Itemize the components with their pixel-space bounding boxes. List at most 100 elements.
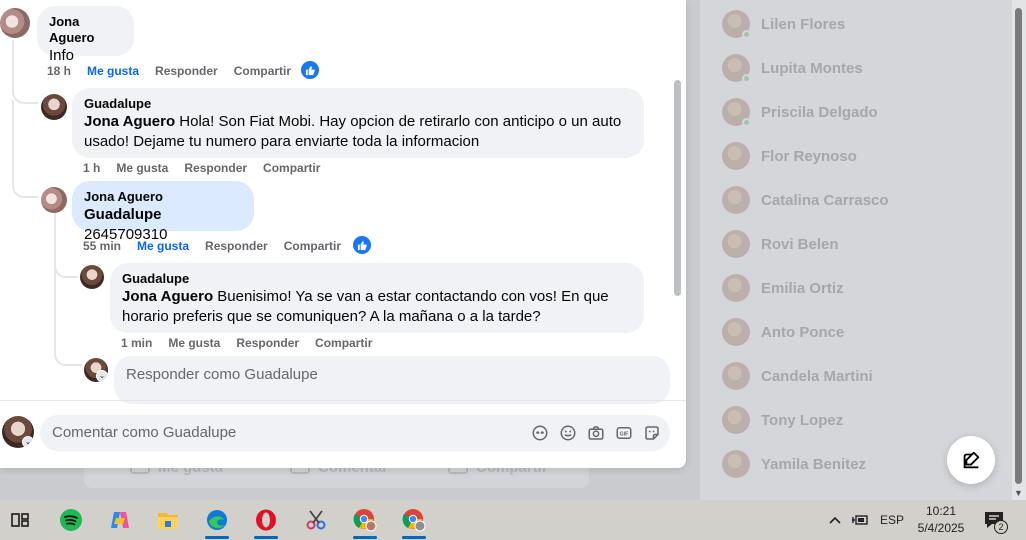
like-button[interactable]: Me gusta (168, 336, 220, 350)
chevron-down-icon[interactable]: ⌄ (96, 370, 108, 382)
page-scrollbar-thumb[interactable] (1015, 8, 1022, 484)
contact-item[interactable]: Catalina Carrasco (722, 178, 889, 222)
share-button[interactable]: Compartir (315, 336, 372, 350)
svg-text:GIF: GIF (620, 432, 630, 438)
avatar[interactable] (41, 94, 67, 120)
notifications-button[interactable]: 2 (984, 500, 1008, 540)
contact-item[interactable]: Candela Martini (722, 354, 873, 398)
chevron-up-icon (829, 516, 841, 524)
contact-name: Lilen Flores (761, 15, 846, 33)
comment-actions: 18 h Me gusta Responder Compartir (47, 64, 307, 78)
contact-item[interactable]: Rovi Belen (722, 222, 839, 266)
gif-icon[interactable]: GIF (614, 423, 634, 443)
comment-actions: 55 min Me gusta Responder Compartir (83, 239, 357, 253)
page-scrollbar[interactable]: ▼ (1012, 0, 1026, 500)
mention-link[interactable]: Jona Aguero (84, 113, 175, 130)
like-reaction-icon[interactable] (353, 236, 371, 254)
contact-avatar (722, 318, 750, 346)
contact-avatar (722, 54, 751, 83)
like-reaction-icon[interactable] (301, 61, 319, 79)
avatar[interactable] (0, 8, 30, 38)
taskbar: ESP 10:21 5/4/2025 2 (0, 500, 1026, 540)
sticker-icon[interactable] (642, 423, 662, 443)
contact-avatar (722, 450, 750, 478)
online-indicator (742, 30, 751, 39)
opera-app[interactable] (246, 500, 286, 540)
battery-icon (852, 515, 868, 525)
contact-name: Candela Martini (761, 367, 873, 385)
contact-item[interactable]: Tony Lopez (722, 398, 843, 442)
snipping-tool-app[interactable] (296, 500, 336, 540)
like-button[interactable]: Me gusta (87, 64, 139, 78)
contact-name: Flor Reynoso (761, 147, 857, 165)
edge-icon (207, 510, 227, 530)
comment-time[interactable]: 1 h (83, 161, 100, 175)
online-indicator (742, 118, 751, 127)
avatar[interactable] (80, 265, 104, 289)
mention-link[interactable]: Guadalupe (84, 206, 162, 223)
copilot-app[interactable] (100, 500, 140, 540)
new-message-button[interactable] (947, 436, 995, 484)
chrome-icon (353, 509, 377, 532)
comment-author[interactable]: Guadalupe (122, 271, 632, 287)
comment-author[interactable]: Jona Aguero (84, 189, 242, 205)
reply-input[interactable]: Responder como Guadalupe (114, 356, 670, 404)
comment-time[interactable]: 55 min (83, 239, 121, 253)
avatar-sticker-icon[interactable] (530, 423, 550, 443)
show-hidden-icons-button[interactable] (828, 500, 842, 540)
comments-scrollbar-thumb[interactable] (674, 80, 681, 296)
contact-avatar (722, 98, 751, 127)
mention-link[interactable]: Jona Aguero (122, 288, 213, 305)
edge-app[interactable] (197, 500, 237, 540)
avatar[interactable] (41, 187, 67, 213)
chrome-profile-2-app[interactable] (394, 500, 434, 540)
comment-time[interactable]: 1 min (121, 336, 152, 350)
thread-connector (12, 100, 38, 198)
share-button[interactable]: Compartir (263, 161, 320, 175)
contact-item[interactable]: Lilen Flores (722, 2, 845, 46)
contact-item[interactable]: Lupita Montes (722, 46, 863, 90)
like-button[interactable]: Me gusta (137, 239, 189, 253)
contact-name: Lupita Montes (761, 59, 863, 77)
reply-button[interactable]: Responder (236, 336, 299, 350)
reply-button[interactable]: Responder (155, 64, 218, 78)
clock[interactable]: 10:21 5/4/2025 (912, 503, 970, 537)
network-battery-button[interactable] (851, 500, 869, 540)
reply-composer-avatar[interactable]: ⌄ (84, 358, 108, 382)
share-button[interactable]: Compartir (234, 64, 291, 78)
comment-author[interactable]: Guadalupe (84, 96, 632, 112)
comment-bubble: Jona Aguero Guadalupe 2645709310 (72, 181, 254, 243)
contact-avatar (722, 230, 750, 258)
contact-avatar (722, 274, 750, 302)
scissors-icon (306, 510, 326, 530)
comment-composer-avatar[interactable]: ⌄ (2, 416, 34, 448)
file-explorer-app[interactable] (148, 500, 188, 540)
share-button[interactable]: Compartir (284, 239, 341, 253)
comment-author[interactable]: Jona Aguero (49, 14, 122, 46)
language-indicator[interactable]: ESP (880, 500, 904, 540)
contact-item[interactable]: Priscila Delgado (722, 90, 878, 134)
camera-icon[interactable] (586, 423, 606, 443)
chrome-profile-1-app[interactable] (345, 500, 385, 540)
contact-item[interactable]: Yamila Benitez (722, 442, 866, 486)
contacts-sidebar: Lilen Flores Lupita Montes Priscila Delg… (700, 0, 1012, 500)
comment-text-continued: usado! Dejame tu numero para enviarte to… (84, 133, 480, 150)
like-button[interactable]: Me gusta (116, 161, 168, 175)
comment-actions: 1 min Me gusta Responder Compartir (121, 336, 388, 350)
reply-button[interactable]: Responder (184, 161, 247, 175)
contact-item[interactable]: Anto Ponce (722, 310, 844, 354)
comment-text-continued: horario preferis que se comuniquen? A la… (122, 308, 541, 325)
contact-item[interactable]: Emilia Ortiz (722, 266, 844, 310)
contact-item[interactable]: Flor Reynoso (722, 134, 857, 178)
comment-actions: 1 h Me gusta Responder Compartir (83, 161, 336, 175)
emoji-icon[interactable] (558, 423, 578, 443)
compose-icon (963, 451, 980, 469)
contact-avatar (722, 10, 751, 39)
comment-text: Buenisimo! Ya se van a estar contactando… (213, 288, 609, 305)
comment-time[interactable]: 18 h (47, 64, 71, 78)
task-view-button[interactable] (0, 500, 40, 540)
scroll-down-arrow-icon[interactable]: ▼ (1014, 488, 1023, 498)
spotify-app[interactable] (51, 500, 91, 540)
chevron-down-icon[interactable]: ⌄ (22, 436, 34, 448)
reply-button[interactable]: Responder (205, 239, 268, 253)
